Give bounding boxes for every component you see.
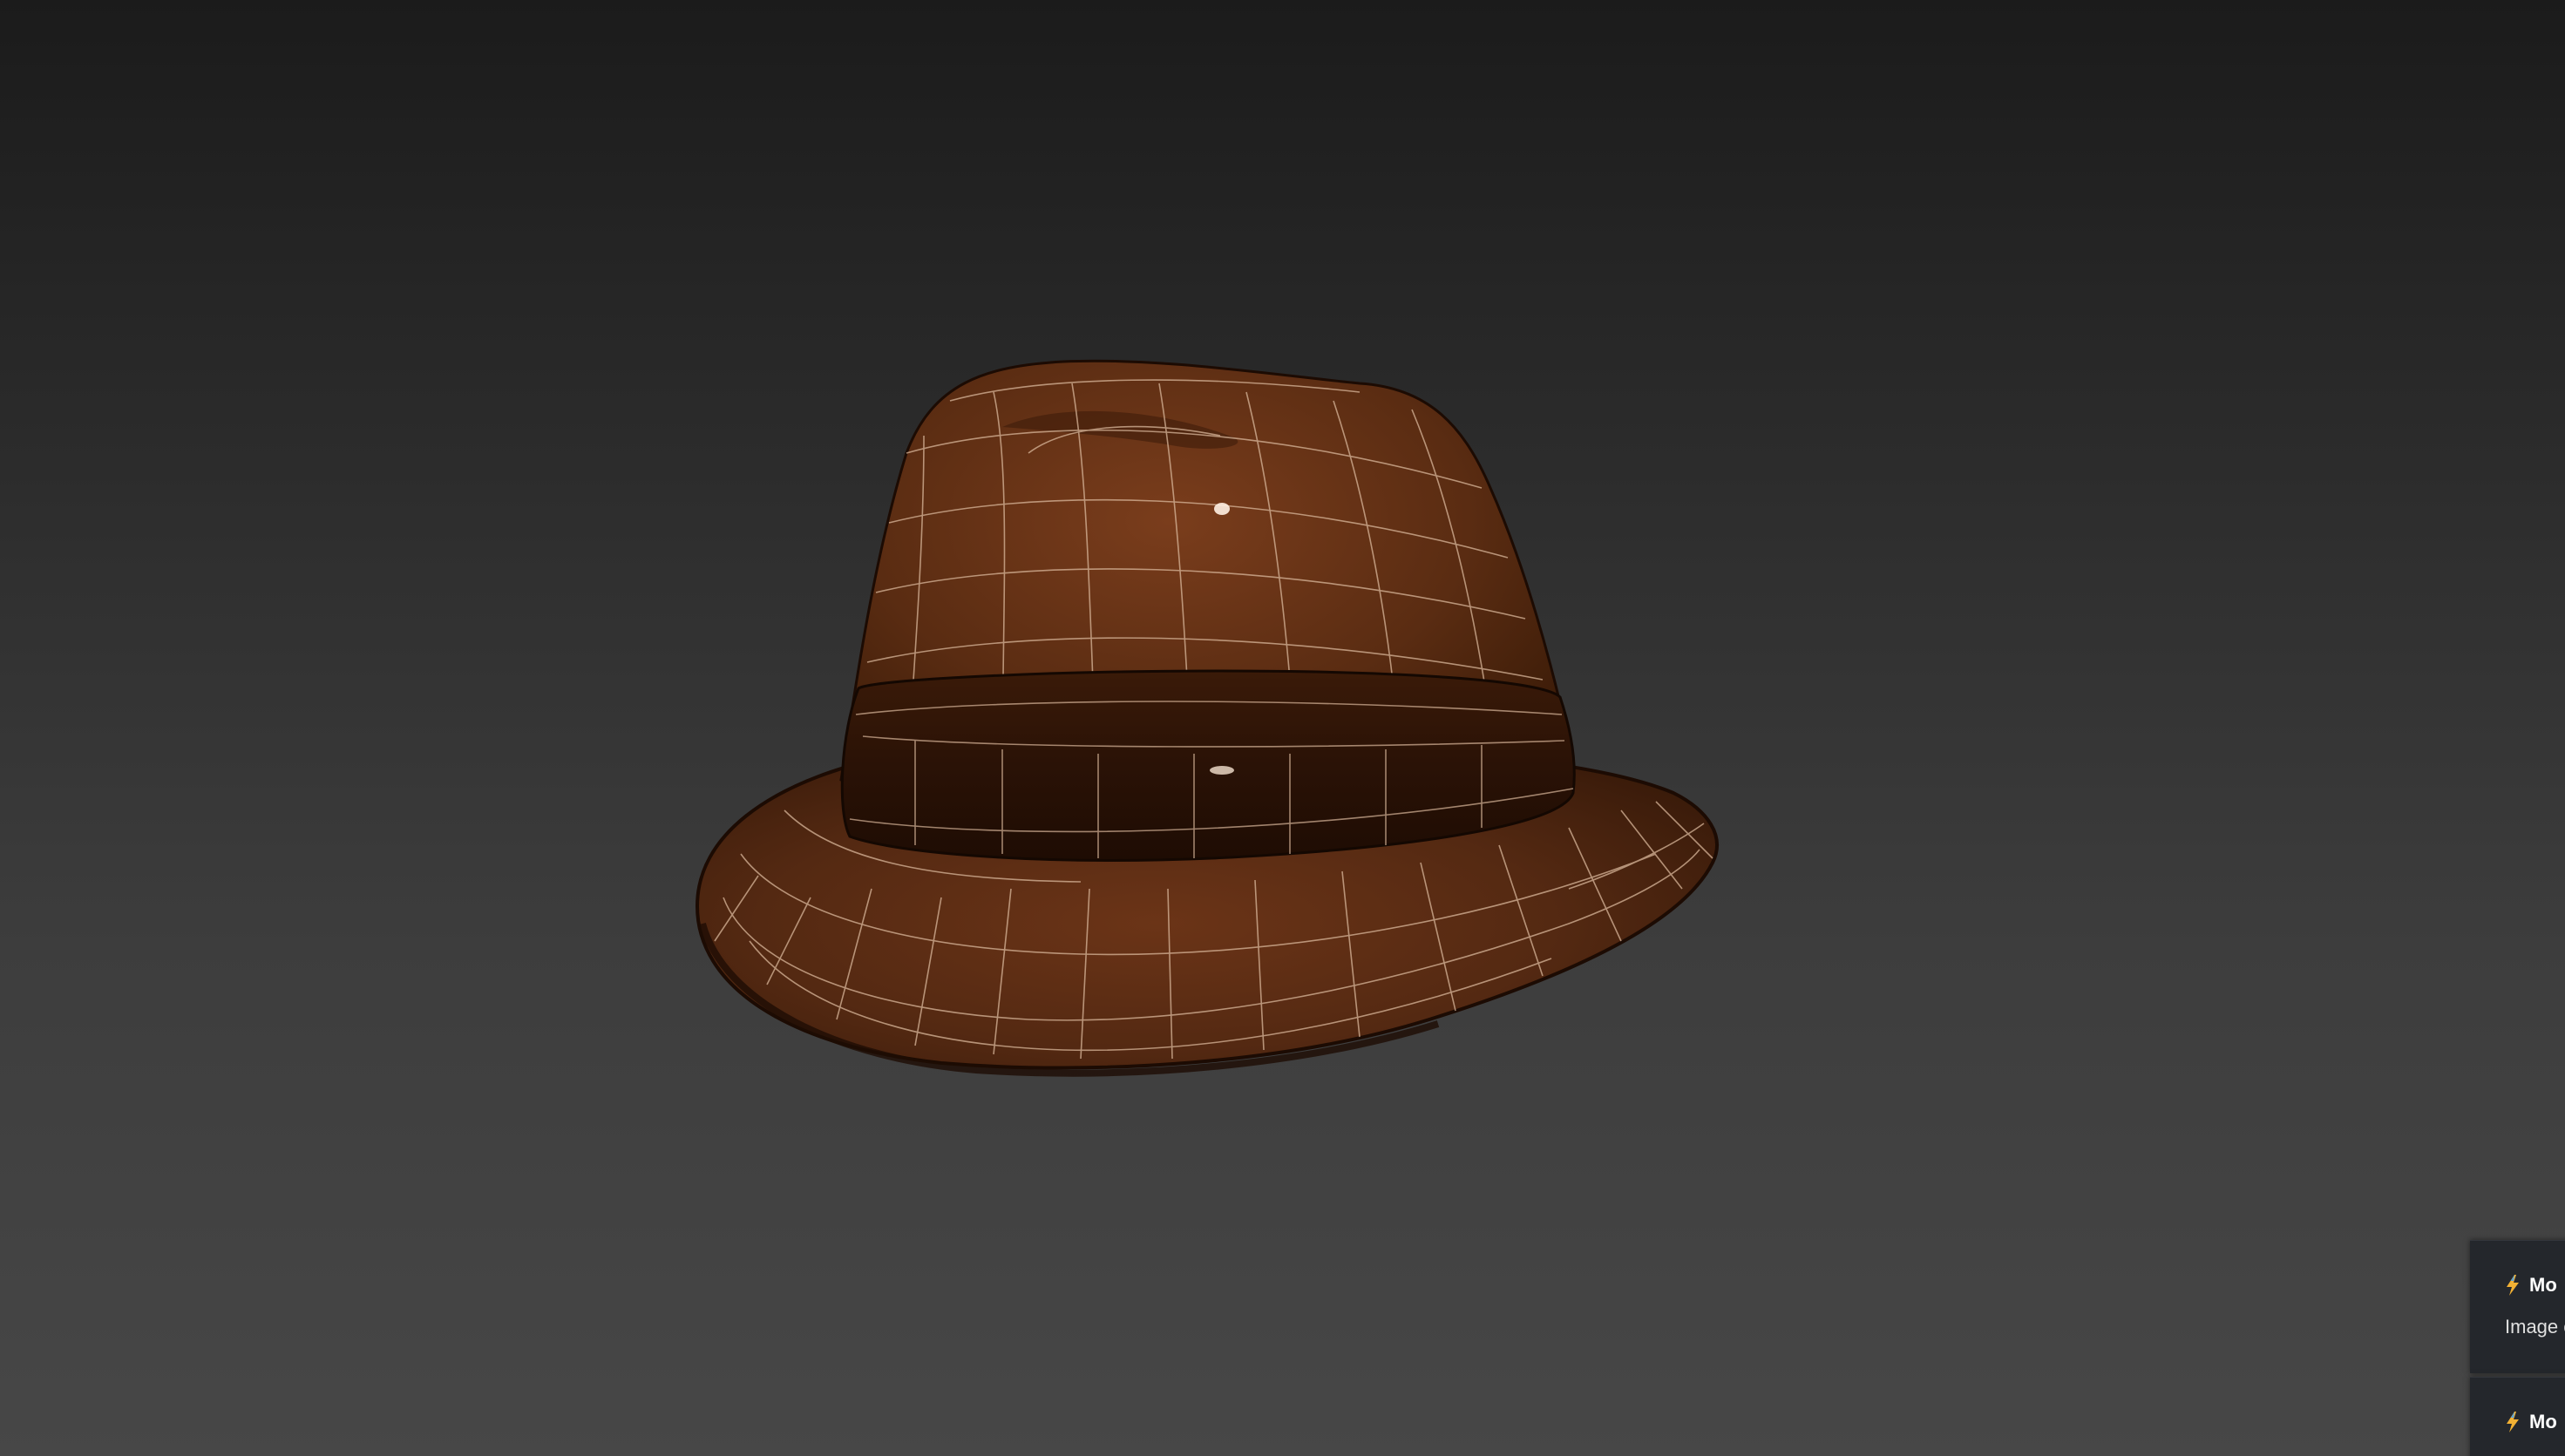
notification-title: Mo (2529, 1411, 2557, 1432)
notification-message: Image c (2505, 1316, 2565, 1337)
lightning-bolt-icon (2507, 1412, 2519, 1432)
hat-band (840, 669, 1576, 862)
crown-highlight (1214, 503, 1230, 515)
lightning-bolt-icon (2507, 1275, 2519, 1296)
3d-viewport[interactable]: Mo Image c Mo (0, 0, 2565, 1456)
notification-title: Mo (2529, 1274, 2557, 1296)
notification-toast[interactable]: Mo (2470, 1377, 2565, 1456)
hat-model[interactable] (0, 0, 2565, 1456)
notification-toast[interactable]: Mo Image c (2470, 1240, 2565, 1373)
